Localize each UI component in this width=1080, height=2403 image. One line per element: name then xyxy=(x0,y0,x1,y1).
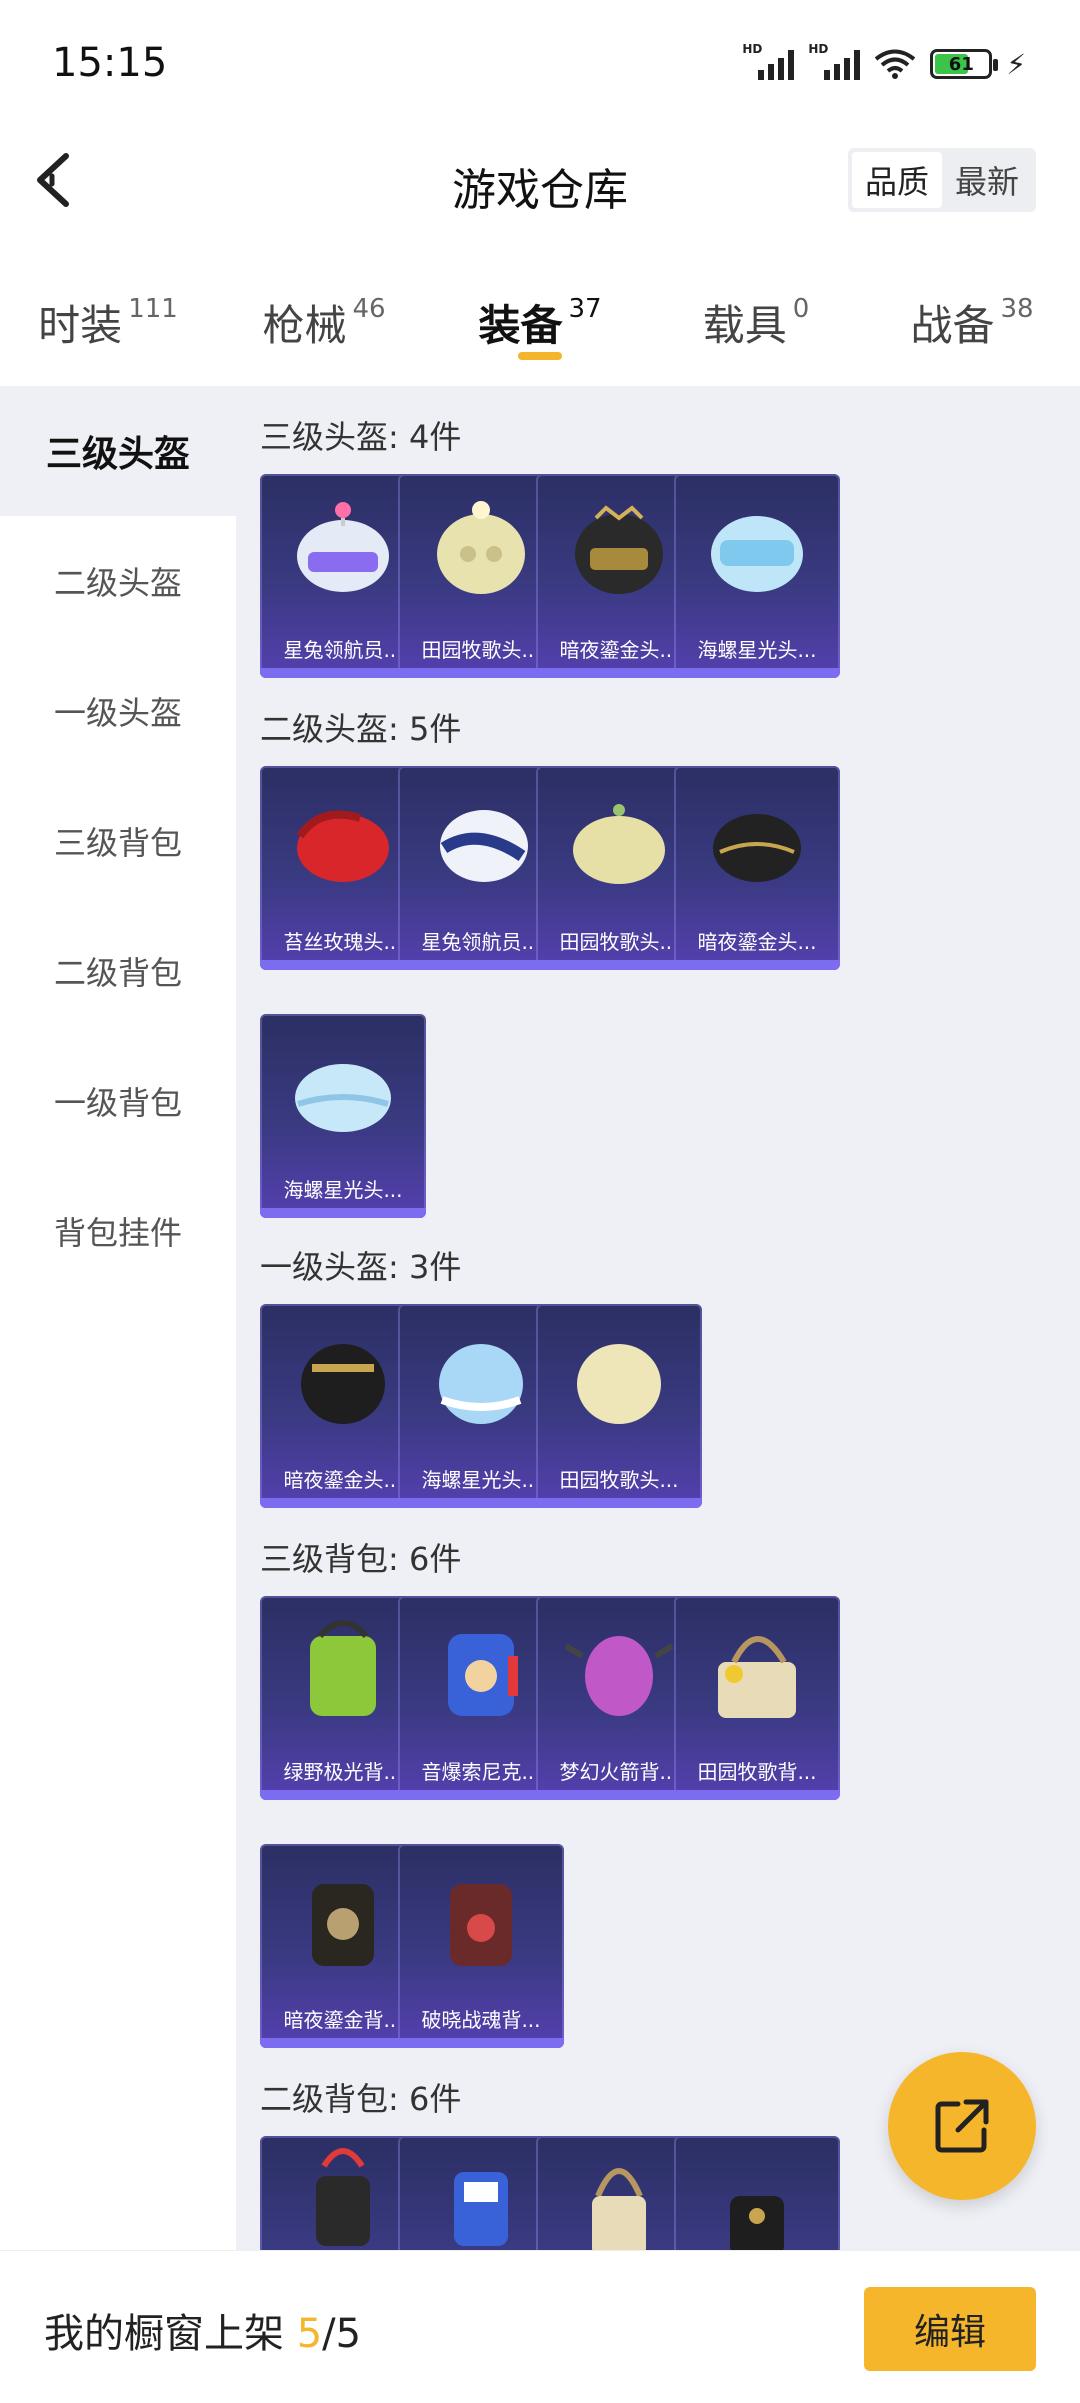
helmet-icon xyxy=(295,1064,391,1132)
item-card[interactable]: 田园牧歌背... xyxy=(674,1596,840,1800)
item-card[interactable]: 海螺星光头... xyxy=(260,1014,426,1218)
sidebar-item-lv3-backpack[interactable]: 三级背包 xyxy=(0,776,236,906)
tab-label: 战备 xyxy=(910,301,995,350)
tab-count: 37 xyxy=(568,294,602,324)
tab-count: 0 xyxy=(792,294,810,324)
status-time: 15:15 xyxy=(52,40,168,86)
sidebar-item-lv2-backpack[interactable]: 二级背包 xyxy=(0,906,236,1036)
section-title: 二级头盔: 5件 xyxy=(260,710,462,748)
tab-guns[interactable]: 枪械 46 xyxy=(216,262,432,382)
sidebar-item-lv1-backpack[interactable]: 一级背包 xyxy=(0,1036,236,1166)
item-card[interactable]: 暗夜鎏金头... xyxy=(674,766,840,970)
item-card[interactable]: 田园牧歌头... xyxy=(536,1304,702,1508)
showcase-total: /5 xyxy=(322,2311,362,2357)
item-name: 田园牧歌头... xyxy=(559,1468,679,1492)
tab-count: 38 xyxy=(1000,294,1034,324)
tab-count: 111 xyxy=(128,294,178,324)
tab-count: 46 xyxy=(352,294,386,324)
tab-label: 载具 xyxy=(702,301,787,350)
item-grid: 三级头盔: 4件 星兔领航员... 田园牧歌头... 暗夜鎏金头... 海螺星光… xyxy=(236,386,1080,2250)
showcase-label: 我的橱窗上架 xyxy=(44,2311,297,2357)
sidebar-item-lv3-helmet[interactable]: 三级头盔 xyxy=(0,386,236,516)
sidebar: 三级头盔 二级头盔 一级头盔 三级背包 二级背包 一级背包 背包挂件 xyxy=(0,386,236,2250)
showcase-count: 5 xyxy=(296,2311,323,2357)
backpack-icon xyxy=(450,1884,512,1966)
signal-icon: HD xyxy=(808,42,861,80)
tab-label: 时装 xyxy=(38,301,123,350)
section-title: 三级头盔: 4件 xyxy=(260,418,462,456)
sort-toggle: 品质 最新 xyxy=(848,148,1036,212)
wifi-icon xyxy=(875,49,916,79)
sidebar-item-lv2-helmet[interactable]: 二级头盔 xyxy=(0,516,236,646)
showcase-status: 我的橱窗上架 5/5 xyxy=(44,2301,361,2359)
item-card[interactable] xyxy=(674,2136,840,2250)
helmet-icon xyxy=(711,516,803,592)
section-title: 三级背包: 6件 xyxy=(260,1540,462,1578)
backpack-icon xyxy=(730,2196,784,2250)
tab-combat-gear[interactable]: 战备 38 xyxy=(864,262,1080,382)
header: 游戏仓库 品质 最新 xyxy=(0,120,1080,240)
helmet-icon xyxy=(577,1344,661,1424)
sidebar-item-lv1-helmet[interactable]: 一级头盔 xyxy=(0,646,236,776)
category-tabs: 时装 111 枪械 46 装备 37 载具 0 战备 38 xyxy=(0,262,1080,382)
sidebar-item-backpack-charm[interactable]: 背包挂件 xyxy=(0,1166,236,1296)
bottom-bar: 我的橱窗上架 5/5 编辑 xyxy=(0,2250,1080,2403)
tab-vehicles[interactable]: 载具 0 xyxy=(648,262,864,382)
battery-level: 61 xyxy=(948,53,974,75)
sort-newest-button[interactable]: 最新 xyxy=(942,152,1032,208)
backpack-icon xyxy=(718,1636,796,1718)
external-link-icon xyxy=(935,2099,989,2153)
item-name: 田园牧歌背... xyxy=(697,1760,817,1784)
tab-label: 装备 xyxy=(478,301,563,350)
share-fab-button[interactable] xyxy=(888,2052,1036,2200)
tab-fashion[interactable]: 时装 111 xyxy=(0,262,216,382)
signal-icon: HD xyxy=(742,42,795,80)
battery-icon: 61 xyxy=(930,49,999,79)
status-bar: 15:15 HD HD 61 ⚡ xyxy=(0,0,1080,120)
tab-label: 枪械 xyxy=(262,301,347,350)
item-card[interactable]: 海螺星光头... xyxy=(674,474,840,678)
charging-icon: ⚡ xyxy=(1006,47,1026,81)
status-icons: HD HD 61 ⚡ xyxy=(742,40,1026,88)
item-name: 破晓战魂背... xyxy=(421,2008,541,2032)
hd-label: HD xyxy=(808,42,829,56)
edit-button[interactable]: 编辑 xyxy=(864,2287,1036,2371)
tab-equipment[interactable]: 装备 37 xyxy=(432,262,648,382)
item-name: 海螺星光头... xyxy=(283,1178,403,1202)
hd-label: HD xyxy=(742,42,763,56)
item-name: 海螺星光头... xyxy=(697,638,817,662)
section-title: 一级头盔: 3件 xyxy=(260,1248,462,1286)
helmet-icon xyxy=(713,814,801,882)
sort-quality-button[interactable]: 品质 xyxy=(852,152,942,208)
item-name: 暗夜鎏金头... xyxy=(697,930,817,954)
section-title: 二级背包: 6件 xyxy=(260,2080,462,2118)
item-card[interactable]: 破晓战魂背... xyxy=(398,1844,564,2048)
